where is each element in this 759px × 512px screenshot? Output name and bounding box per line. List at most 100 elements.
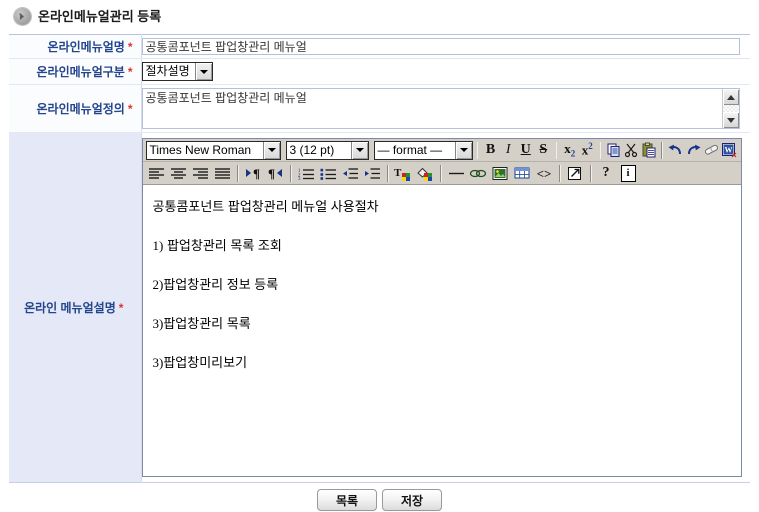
popup-window-button[interactable]	[565, 164, 586, 183]
chevron-down-icon[interactable]	[262, 141, 280, 159]
form-button-bar: 목록 저장	[9, 489, 750, 511]
list-button[interactable]: 목록	[317, 489, 377, 511]
help-button[interactable]: ?	[596, 164, 617, 183]
required-marker: *	[127, 40, 133, 54]
superscript-button[interactable]: x2	[579, 141, 596, 160]
bold-button[interactable]: B	[482, 141, 499, 160]
insert-image-button[interactable]	[490, 164, 511, 183]
subscript-button[interactable]: x2	[561, 141, 578, 160]
scrollbar-track[interactable]	[722, 105, 739, 112]
toolbar-separator	[289, 164, 292, 182]
undo-button[interactable]	[667, 141, 684, 160]
cut-button[interactable]	[623, 141, 640, 160]
editor-line: 공통콤포넌트 팝업창관리 메뉴얼 사용절차	[153, 199, 731, 215]
text-color-button[interactable]: T	[393, 164, 414, 183]
font-size-selected-value: 3 (12 pt)	[289, 142, 335, 157]
editor-line: 3)팝업창미리보기	[153, 355, 731, 371]
unordered-list-button[interactable]	[318, 164, 339, 183]
editor-line-number: 3)	[152, 355, 164, 370]
toolbar-separator	[555, 141, 558, 159]
insert-link-button[interactable]	[468, 164, 489, 183]
toolbar-separator	[236, 164, 239, 182]
svg-text:¶: ¶	[268, 166, 275, 180]
form-row-manual-definition: 온라인메뉴얼정의 * 공통콤포넌트 팝업창관리 메뉴얼	[9, 84, 750, 133]
manual-definition-textarea[interactable]: 공통콤포넌트 팝업창관리 메뉴얼	[141, 88, 740, 129]
editor-toolbar-row-1: Times New Roman 3 (12 pt) — format — B I…	[142, 139, 741, 162]
direction-rtl-button[interactable]: ¶	[265, 164, 286, 183]
label-manual-type-text: 온라인메뉴얼구분	[36, 65, 125, 79]
insert-table-button[interactable]	[512, 164, 533, 183]
label-manual-type: 온라인메뉴얼구분 *	[9, 58, 142, 85]
paste-from-word-button[interactable]: W	[721, 141, 738, 160]
editor-line: 2)팝업창관리 정보 등록	[153, 277, 731, 293]
label-manual-description: 온라인 메뉴얼설명 *	[9, 132, 142, 483]
svg-text:<>: <>	[537, 167, 552, 180]
manual-type-selected-value: 절차설명	[145, 64, 190, 78]
rich-text-editor[interactable]: Times New Roman 3 (12 pt) — format — B I…	[141, 138, 742, 477]
editor-line-text: 팝업창관리 정보 등록	[163, 277, 279, 292]
scroll-up-icon[interactable]	[722, 89, 739, 105]
save-button[interactable]: 저장	[382, 489, 442, 511]
manual-name-input[interactable]	[141, 38, 740, 55]
ordered-list-button[interactable]: 1 2 3	[296, 164, 317, 183]
scroll-down-icon[interactable]	[722, 112, 739, 128]
erase-format-button[interactable]	[703, 141, 720, 160]
svg-text:T: T	[394, 167, 402, 179]
manual-type-select[interactable]: 절차설명	[141, 62, 213, 81]
toolbar-separator	[558, 164, 561, 182]
page-header: 온라인메뉴얼관리 등록	[0, 0, 759, 26]
textarea-scrollbar[interactable]	[721, 89, 739, 128]
about-button[interactable]: i	[618, 164, 639, 183]
circle-arrow-icon	[14, 7, 31, 25]
manual-definition-text: 공통콤포넌트 팝업창관리 메뉴얼	[145, 91, 307, 105]
align-right-button[interactable]	[190, 164, 211, 183]
required-marker: *	[118, 301, 124, 315]
editor-line-text: 팝업창관리 목록	[163, 316, 251, 331]
manual-form-table: 온라인메뉴얼명* 온라인메뉴얼구분* 절차설명	[9, 34, 750, 483]
background-color-button[interactable]	[415, 164, 436, 183]
underline-button[interactable]: U	[517, 141, 534, 160]
outdent-button[interactable]	[340, 164, 361, 183]
form-row-manual-name: 온라인메뉴얼명 *	[9, 34, 750, 59]
align-center-button[interactable]	[168, 164, 189, 183]
direction-ltr-button[interactable]: ¶	[243, 164, 264, 183]
editor-line-number: 1)	[152, 238, 164, 253]
chevron-down-icon[interactable]	[194, 63, 212, 80]
svg-text:3: 3	[298, 177, 301, 180]
editor-line-number: 3)	[152, 316, 164, 331]
toolbar-separator	[439, 164, 442, 182]
paragraph-format-select[interactable]: — format —	[373, 140, 473, 160]
indent-button[interactable]	[362, 164, 383, 183]
paste-button[interactable]	[641, 141, 658, 160]
label-manual-name-text: 온라인메뉴얼명	[47, 40, 125, 54]
copy-button[interactable]	[605, 141, 622, 160]
horizontal-rule-button[interactable]	[446, 164, 467, 183]
page-root: 온라인메뉴얼관리 등록 온라인메뉴얼명* 온라인메뉴얼구분*	[0, 0, 759, 512]
form-row-manual-type: 온라인메뉴얼구분 * 절차설명	[9, 58, 750, 85]
editor-line-number: 2)	[152, 277, 164, 292]
italic-button[interactable]: I	[500, 141, 517, 160]
font-family-select[interactable]: Times New Roman	[145, 140, 281, 160]
source-code-button[interactable]: <>	[534, 164, 555, 183]
required-marker: *	[127, 102, 133, 116]
paragraph-format-selected-value: — format —	[377, 142, 443, 157]
toolbar-separator	[476, 141, 479, 159]
editor-line-text: 팝업창관리 목록 조회	[163, 238, 282, 253]
chevron-down-icon[interactable]	[350, 141, 368, 159]
redo-button[interactable]	[685, 141, 702, 160]
editor-line-text: 팝업창미리보기	[163, 355, 248, 370]
toolbar-separator	[599, 141, 602, 159]
field-manual-definition: 공통콤포넌트 팝업창관리 메뉴얼	[141, 84, 750, 133]
align-justify-button[interactable]	[212, 164, 233, 183]
chevron-down-icon[interactable]	[454, 141, 472, 159]
editor-content-area[interactable]: 공통콤포넌트 팝업창관리 메뉴얼 사용절차 1) 팝업창관리 목록 조회 2)팝…	[142, 185, 741, 476]
svg-text:W: W	[725, 146, 733, 155]
font-size-select[interactable]: 3 (12 pt)	[285, 140, 369, 160]
field-manual-type: 절차설명	[141, 58, 750, 85]
field-manual-name	[141, 34, 750, 59]
strikethrough-button[interactable]: S	[535, 141, 552, 160]
toolbar-separator	[386, 164, 389, 182]
align-left-button[interactable]	[146, 164, 167, 183]
label-manual-definition-text: 온라인메뉴얼정의	[36, 102, 125, 116]
editor-line: 1) 팝업창관리 목록 조회	[153, 238, 731, 254]
